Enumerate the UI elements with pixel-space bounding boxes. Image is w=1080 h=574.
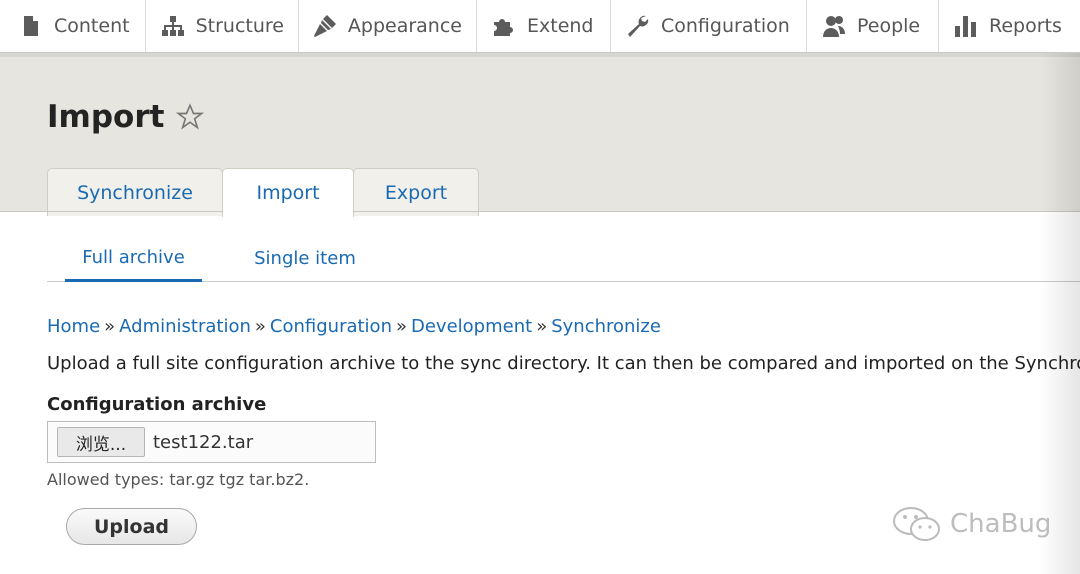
selected-file-name: test122.tar xyxy=(153,431,254,453)
tab-import[interactable]: Import xyxy=(222,168,354,217)
browse-button[interactable]: 浏览... xyxy=(57,427,145,457)
admin-toolbar: Content Structure Appearance Extend Conf… xyxy=(0,0,1080,53)
toolbar-item-people[interactable]: People xyxy=(807,0,939,52)
star-icon[interactable] xyxy=(176,103,205,131)
toolbar-item-structure[interactable]: Structure xyxy=(146,0,299,52)
watermark-text: ChaBug xyxy=(950,509,1052,539)
toolbar-item-label: People xyxy=(857,15,921,37)
allowed-types-help: Allowed types: tar.gz tgz tar.bz2. xyxy=(47,470,310,489)
breadcrumb-separator: » xyxy=(104,316,116,337)
toolbar-item-label: Structure xyxy=(195,15,284,37)
toolbar-item-reports[interactable]: Reports xyxy=(939,0,1080,52)
content-icon xyxy=(18,13,44,39)
divider xyxy=(0,211,1080,212)
configuration-icon xyxy=(625,13,651,39)
extend-icon xyxy=(491,13,517,39)
toolbar-item-label: Content xyxy=(54,15,130,37)
breadcrumb-home[interactable]: Home xyxy=(47,316,100,337)
appearance-icon xyxy=(313,13,338,39)
toolbar-item-label: Reports xyxy=(989,15,1062,37)
subtab-full-archive[interactable]: Full archive xyxy=(65,236,202,282)
toolbar-item-appearance[interactable]: Appearance xyxy=(299,0,477,52)
tab-export[interactable]: Export xyxy=(353,168,479,216)
configuration-archive-label: Configuration archive xyxy=(47,394,267,415)
subtab-single-item[interactable]: Single item xyxy=(245,236,365,281)
breadcrumb-configuration[interactable]: Configuration xyxy=(270,316,392,337)
primary-tabs: Synchronize Import Export xyxy=(47,168,479,217)
secondary-tabs: Full archive Single item xyxy=(47,236,1080,282)
page-header: Import Synchronize Import Export xyxy=(0,53,1080,217)
breadcrumb-development[interactable]: Development xyxy=(411,316,532,337)
breadcrumb: Home» Administration» Configuration» Develo… xyxy=(47,316,661,337)
page-title-text: Import xyxy=(47,99,165,135)
structure-icon xyxy=(160,13,186,39)
wechat-icon xyxy=(893,507,940,541)
breadcrumb-separator: » xyxy=(254,316,266,337)
breadcrumb-separator: » xyxy=(536,316,548,337)
breadcrumb-administration[interactable]: Administration xyxy=(119,316,251,337)
watermark: ChaBug xyxy=(892,505,1051,543)
toolbar-item-extend[interactable]: Extend xyxy=(477,0,611,52)
file-input[interactable]: 浏览... test122.tar xyxy=(47,421,376,463)
toolbar-item-content[interactable]: Content xyxy=(0,0,146,52)
people-icon xyxy=(821,13,847,39)
tab-synchronize[interactable]: Synchronize xyxy=(47,168,223,216)
toolbar-item-configuration[interactable]: Configuration xyxy=(611,0,807,52)
toolbar-item-label: Configuration xyxy=(661,15,790,37)
upload-button[interactable]: Upload xyxy=(66,508,197,545)
breadcrumb-separator: » xyxy=(395,316,407,337)
toolbar-item-label: Extend xyxy=(527,15,594,37)
breadcrumb-synchronize[interactable]: Synchronize xyxy=(551,316,661,337)
reports-icon xyxy=(953,13,979,39)
toolbar-item-label: Appearance xyxy=(347,15,462,37)
page-description: Upload a full site configuration archive… xyxy=(47,353,1080,374)
page-title: Import xyxy=(47,99,205,135)
